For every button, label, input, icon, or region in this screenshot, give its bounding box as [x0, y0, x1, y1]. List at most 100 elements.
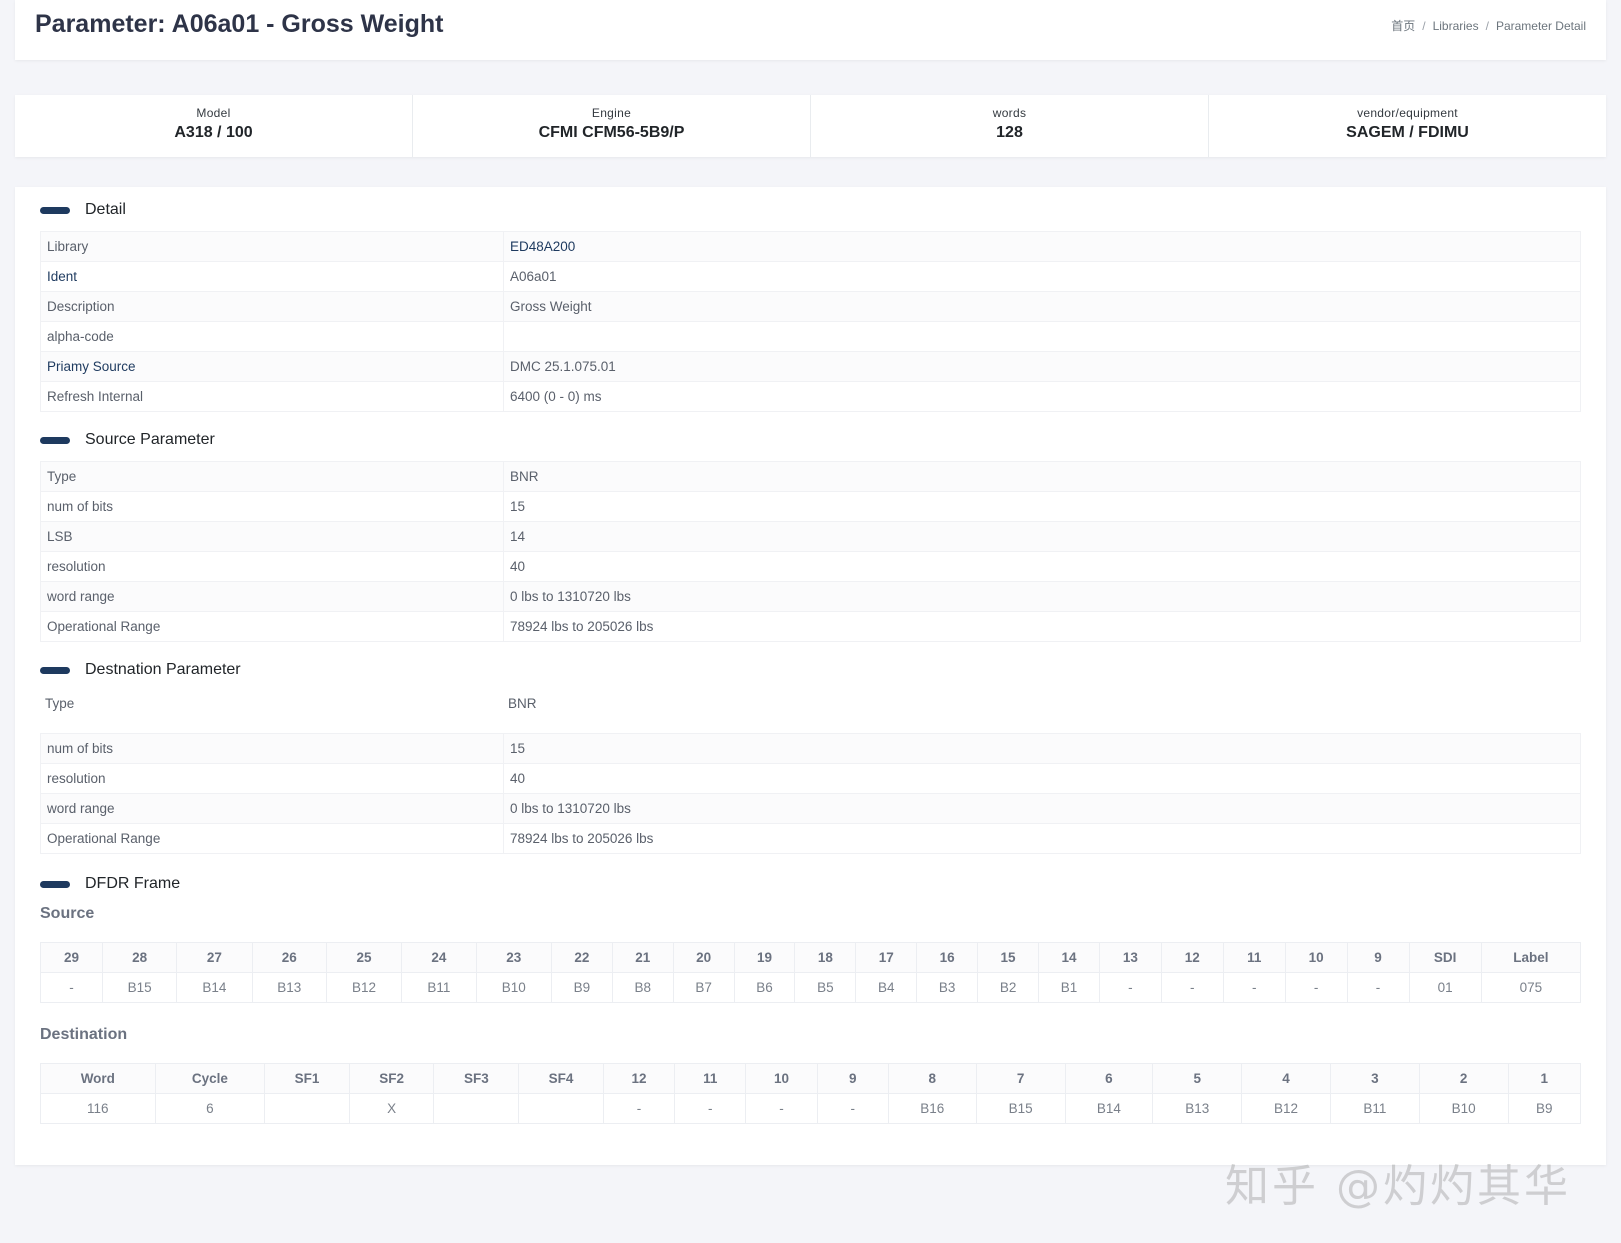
section-marker: [40, 206, 70, 214]
bit-header-cell: 9: [816, 1063, 889, 1094]
table-row: Operational Range 78924 lbs to 205026 lbs: [40, 823, 1581, 854]
bit-value-cell: -: [602, 1093, 676, 1124]
bit-header-cell: 12: [602, 1063, 676, 1094]
parameter-detail-card: Detail Library ED48A200 Ident A06a01 Des…: [15, 187, 1606, 1165]
table-row: Ident A06a01: [40, 261, 1581, 292]
row-key: num of bits: [40, 733, 504, 764]
dfdr-source-table: 29 28 27 26 25 24 23 22 21 20 19 18 17 16 15 14 13 12 11 10…: [40, 942, 1582, 1003]
source-parameter-table: Type BNR num of bits 15 LSB 14 resolution 40…: [40, 461, 1581, 642]
row-key: Priamy Source: [40, 351, 504, 382]
summary-label: vendor/equipment: [1357, 106, 1458, 120]
dfdr-source-title: Source: [40, 905, 95, 922]
dfdr-destination-title: Destination: [40, 1026, 128, 1043]
bit-value-cell: -: [1160, 972, 1224, 1003]
table-row: word range 0 lbs to 1310720 lbs: [40, 581, 1581, 612]
table-row: Library ED48A200: [40, 231, 1581, 262]
row-value: [503, 321, 1581, 352]
table-row: num of bits 15: [40, 491, 1581, 522]
row-key: resolution: [40, 763, 504, 794]
bit-value-cell: B14: [1064, 1093, 1154, 1124]
row-value: 15: [503, 733, 1581, 764]
row-value: BNR: [508, 696, 537, 711]
bit-header-cell: 23: [475, 942, 552, 973]
bit-value-cell: B15: [101, 972, 178, 1003]
library-link[interactable]: ED48A200: [503, 231, 1581, 262]
bit-header-cell: Word: [40, 1063, 156, 1094]
bit-value-cell: -: [40, 972, 103, 1003]
bit-value-cell: 075: [1480, 972, 1582, 1003]
row-key: num of bits: [40, 491, 504, 522]
destination-parameter-table: num of bits 15 resolution 40 word range 0 l…: [40, 733, 1581, 854]
bit-header-cell: 11: [674, 1063, 747, 1094]
bit-value-cell: -: [674, 1093, 747, 1124]
bit-header-cell: 2: [1418, 1063, 1509, 1094]
breadcrumb-libraries[interactable]: Libraries: [1433, 19, 1479, 33]
bit-header-cell: 22: [550, 942, 613, 973]
bit-value-cell: 01: [1408, 972, 1482, 1003]
bit-value-cell: B9: [550, 972, 613, 1003]
watermark: 知乎 @灼灼其华: [1225, 1161, 1571, 1212]
bit-header-cell: 26: [251, 942, 327, 973]
table-row: Type BNR: [40, 461, 1581, 492]
bit-value-cell: B14: [176, 972, 253, 1003]
section-dfdr-header: DFDR Frame: [40, 875, 180, 893]
section-title: DFDR Frame: [85, 875, 181, 892]
row-value: A06a01: [503, 261, 1581, 292]
bit-value-cell: B6: [733, 972, 796, 1003]
summary-label: Engine: [591, 106, 632, 120]
bit-header-cell: SF4: [518, 1063, 604, 1094]
table-row: Operational Range 78924 lbs to 205026 lbs: [40, 611, 1581, 642]
bit-value-cell: B10: [475, 972, 552, 1003]
detail-table: Library ED48A200 Ident A06a01 Descriptio…: [40, 231, 1581, 412]
breadcrumb-home[interactable]: 首页: [1391, 19, 1415, 33]
row-value: DMC 25.1.075.01: [503, 351, 1581, 382]
bit-value-cell: X: [348, 1093, 435, 1124]
bit-header-cell: 24: [401, 942, 477, 973]
bit-header-cell: 4: [1241, 1063, 1331, 1094]
bit-value-cell: B11: [1329, 1093, 1420, 1124]
bit-header-cell: 14: [1038, 942, 1100, 973]
page-header: Parameter: A06a01 - Gross Weight 首页 / Libr…: [15, 0, 1606, 60]
bit-value-cell: 6: [154, 1093, 266, 1124]
bit-value-cell: B13: [1152, 1093, 1243, 1124]
bit-value-cell: -: [745, 1093, 818, 1124]
row-value: Gross Weight: [503, 291, 1581, 322]
row-value: 15: [503, 491, 1581, 522]
bit-value-cell: B3: [916, 972, 979, 1003]
row-value: 40: [503, 763, 1581, 794]
summary-engine: Engine CFMI CFM56-5B9/P: [413, 95, 811, 157]
row-key: Ident: [40, 261, 504, 292]
summary-model: Model A318 / 100: [15, 95, 413, 157]
row-key: LSB: [40, 521, 504, 552]
table-header-row: Word Cycle SF1 SF2 SF3 SF4 12 11 10 9 8 7 6 5 4 3 2 1: [40, 1063, 1582, 1094]
bit-header-cell: 1: [1507, 1063, 1582, 1094]
table-row: resolution 40: [40, 551, 1581, 582]
bit-header-cell: 13: [1098, 942, 1162, 973]
bit-header-cell: 11: [1222, 942, 1286, 973]
bit-value-cell: B9: [1507, 1093, 1582, 1124]
bit-value-cell: B8: [611, 972, 674, 1003]
breadcrumb: 首页 / Libraries / Parameter Detail: [1391, 17, 1586, 34]
bit-header-cell: 21: [611, 942, 674, 973]
summary-value: 128: [996, 124, 1023, 141]
bit-value-cell: B12: [1241, 1093, 1331, 1124]
section-marker: [40, 666, 70, 674]
bit-value-cell: B10: [1418, 1093, 1509, 1124]
row-key: Type: [45, 696, 75, 711]
section-title: Detail: [85, 201, 126, 218]
row-value: 78924 lbs to 205026 lbs: [503, 823, 1581, 854]
bit-header-cell: 6: [1064, 1063, 1154, 1094]
summary-words: words 128: [811, 95, 1209, 157]
table-row: Description Gross Weight: [40, 291, 1581, 322]
bit-value-cell: -: [816, 1093, 889, 1124]
row-value: 0 lbs to 1310720 lbs: [503, 793, 1581, 824]
bit-header-cell: 16: [916, 942, 979, 973]
bit-value-cell: [264, 1093, 350, 1124]
bit-header-cell: 17: [855, 942, 918, 973]
bit-header-cell: 12: [1160, 942, 1224, 973]
bit-header-cell: SF1: [264, 1063, 350, 1094]
bit-header-cell: 29: [40, 942, 103, 973]
row-value: 14: [503, 521, 1581, 552]
summary-value: SAGEM / FDIMU: [1346, 124, 1469, 141]
row-key: Library: [40, 231, 504, 262]
